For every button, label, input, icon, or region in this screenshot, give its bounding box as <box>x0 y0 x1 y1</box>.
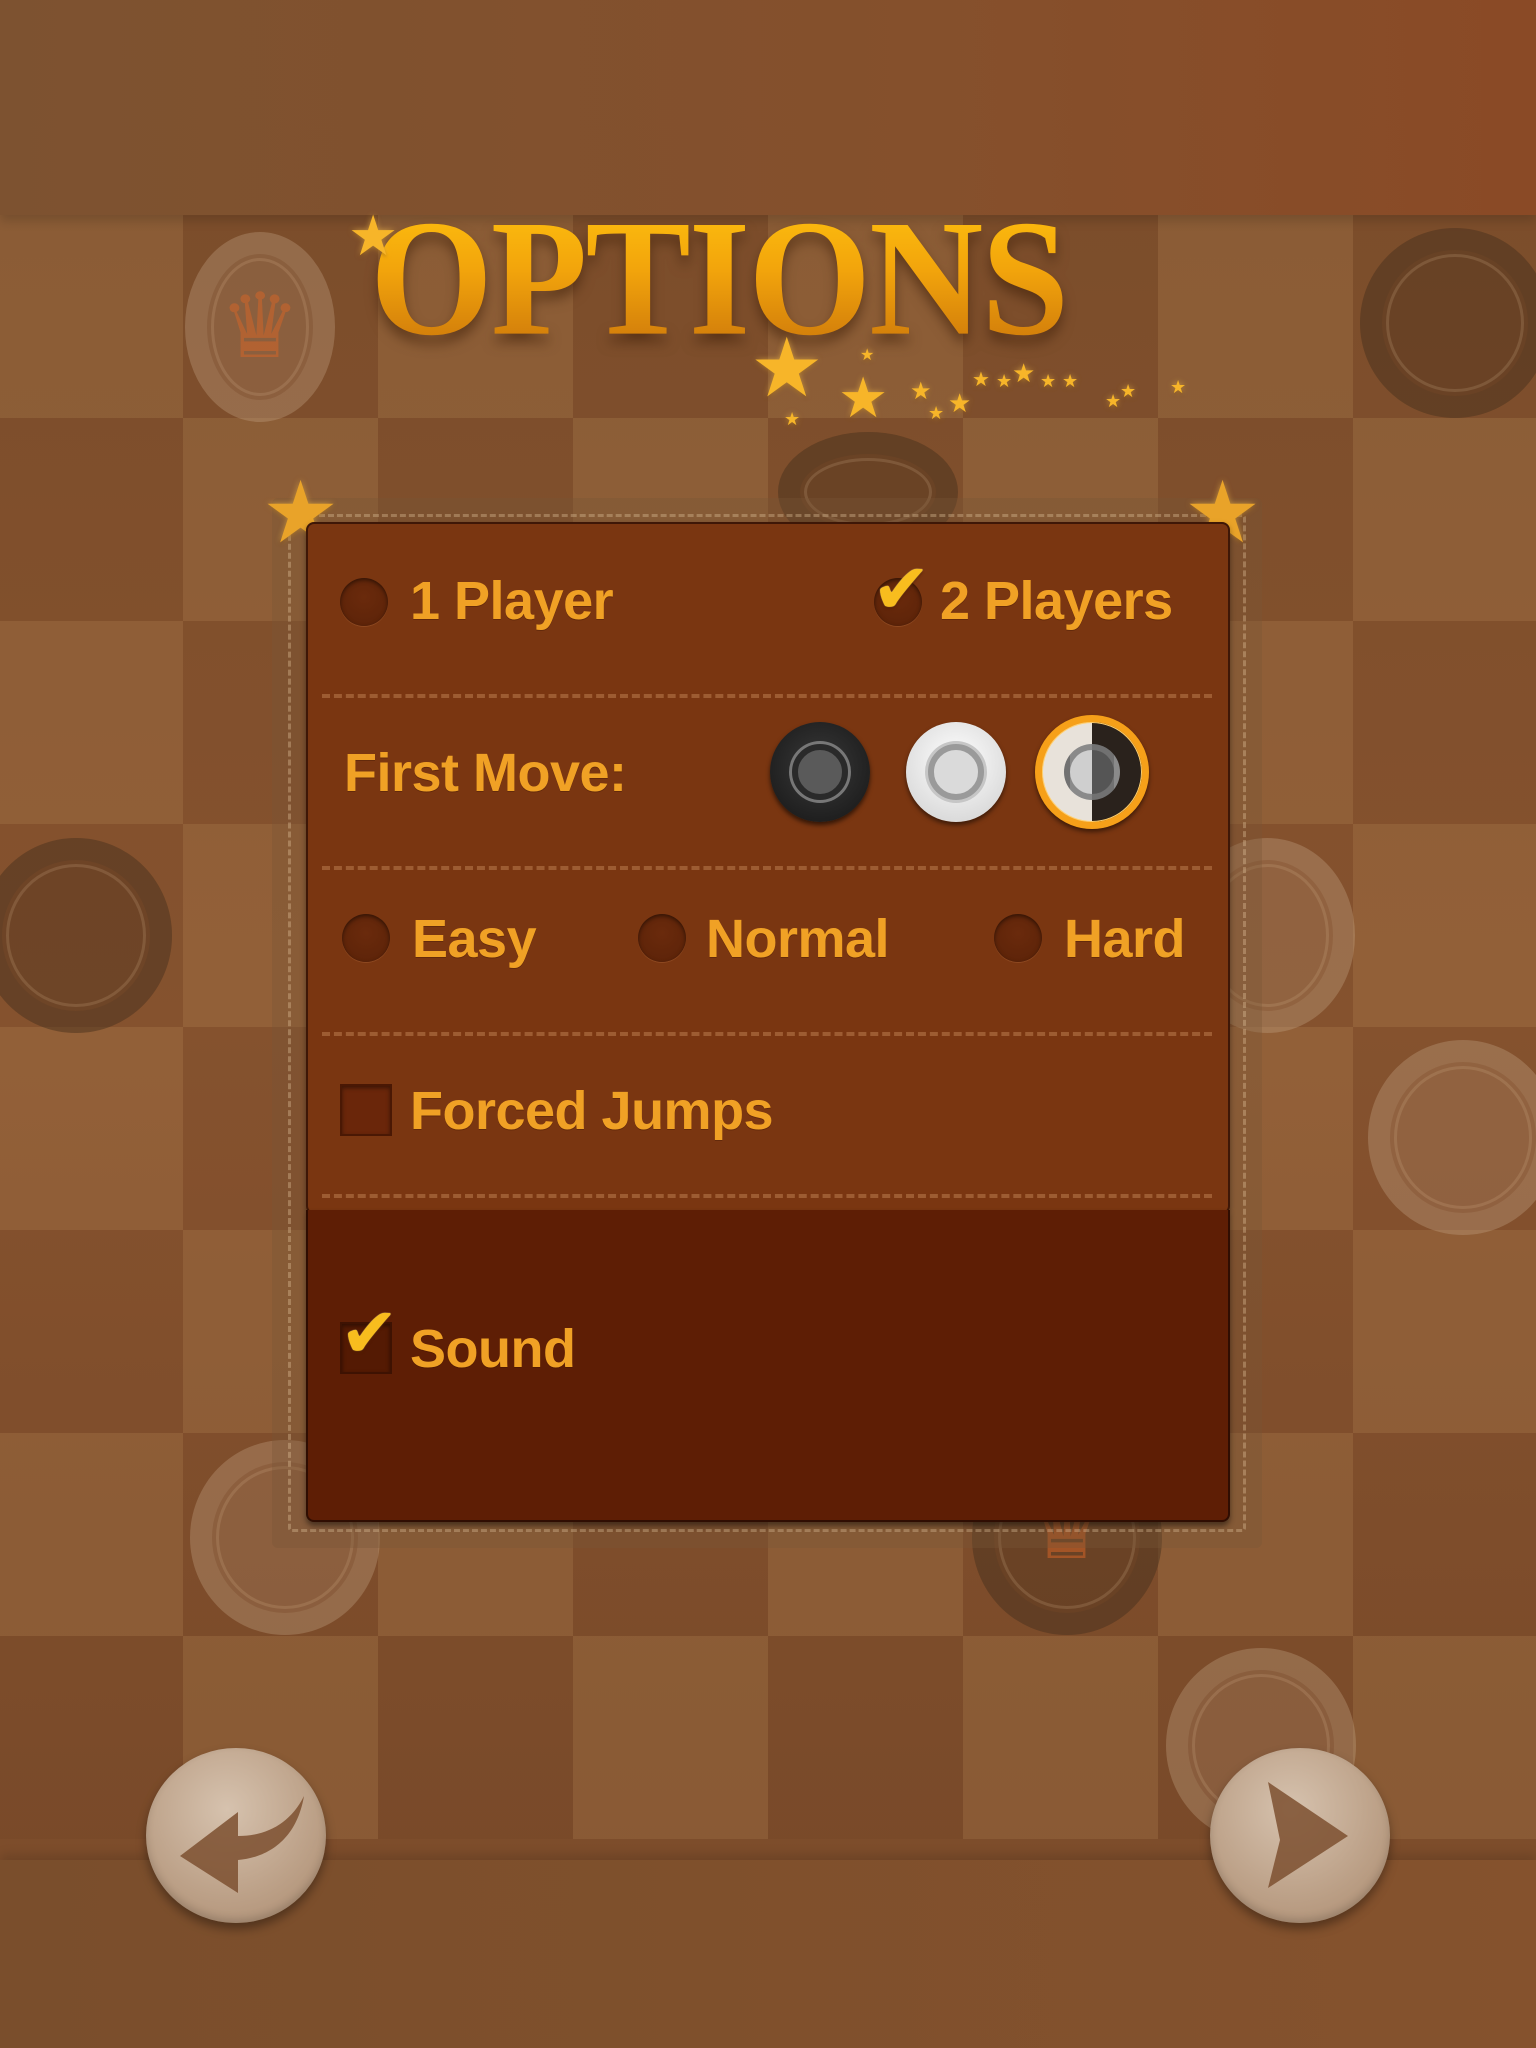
star-icon: ★ <box>1062 371 1079 391</box>
page-title: OPTIONS <box>370 186 1069 371</box>
divider <box>322 1194 1212 1198</box>
first-move-black-button[interactable] <box>770 722 870 822</box>
board-square <box>0 418 183 621</box>
board-square <box>0 621 183 824</box>
board-square <box>768 1636 963 1839</box>
board-square <box>963 1636 1158 1839</box>
star-icon: ★ <box>948 388 972 418</box>
board-square <box>0 1230 183 1433</box>
star-icon: ★ <box>750 323 824 414</box>
sound-label[interactable]: Sound <box>410 1322 576 1376</box>
star-icon: ★ <box>996 371 1013 391</box>
board-square <box>0 1433 183 1636</box>
top-band <box>0 0 1536 215</box>
star-icon: ★ <box>928 403 945 423</box>
board-square <box>0 1027 183 1230</box>
star-icon: ★ <box>910 378 932 405</box>
first-move-white-button[interactable] <box>906 722 1006 822</box>
radio-button[interactable] <box>342 914 390 962</box>
star-icon: ★ <box>784 409 801 429</box>
option-label[interactable]: Normal <box>706 912 890 966</box>
background-piece <box>1360 228 1536 418</box>
option-label[interactable]: Hard <box>1064 912 1186 966</box>
first-move-random-button[interactable] <box>1035 715 1149 829</box>
background-king-piece: ♛ <box>185 232 335 422</box>
option-label[interactable]: 2 Players <box>940 574 1173 628</box>
star-icon: ★ <box>838 366 889 429</box>
option-label[interactable]: 1 Player <box>410 574 614 628</box>
crown-icon: ♛ <box>219 277 301 377</box>
option-label[interactable]: Easy <box>412 912 537 966</box>
board-square <box>1353 418 1536 621</box>
radio-button[interactable] <box>340 578 388 626</box>
radio-button[interactable] <box>994 914 1042 962</box>
star-icon: ★ <box>1012 358 1036 388</box>
back-button[interactable] <box>146 1748 326 1923</box>
next-button[interactable] <box>1210 1748 1390 1923</box>
star-icon: ★ <box>1105 391 1122 411</box>
board-square <box>378 1636 573 1839</box>
first-move-label: First Move: <box>344 743 627 803</box>
board-square <box>573 1636 768 1839</box>
star-icon: ★ <box>972 369 990 391</box>
divider <box>322 866 1212 870</box>
board-square <box>1353 621 1536 824</box>
board-square <box>1158 215 1353 418</box>
radio-button[interactable] <box>638 914 686 962</box>
star-icon: ★ <box>348 204 399 267</box>
play-arrow-icon <box>1268 1782 1348 1888</box>
board-square <box>1353 1230 1536 1433</box>
board-square <box>1353 824 1536 1027</box>
checkmark-icon: ✔ <box>872 550 931 628</box>
checkmark-icon: ✔ <box>340 1294 399 1372</box>
curved-back-arrow-icon <box>180 1796 304 1893</box>
star-icon: ★ <box>1040 371 1057 391</box>
board-square <box>0 215 183 418</box>
divider <box>322 694 1212 698</box>
forced-jumps-checkbox[interactable] <box>340 1084 392 1136</box>
forced-jumps-label[interactable]: Forced Jumps <box>410 1084 774 1138</box>
star-icon: ★ <box>1170 377 1187 397</box>
star-icon: ★ <box>1120 381 1137 401</box>
board-square <box>1353 1433 1536 1636</box>
divider <box>322 1032 1212 1036</box>
star-icon: ★ <box>860 347 875 364</box>
